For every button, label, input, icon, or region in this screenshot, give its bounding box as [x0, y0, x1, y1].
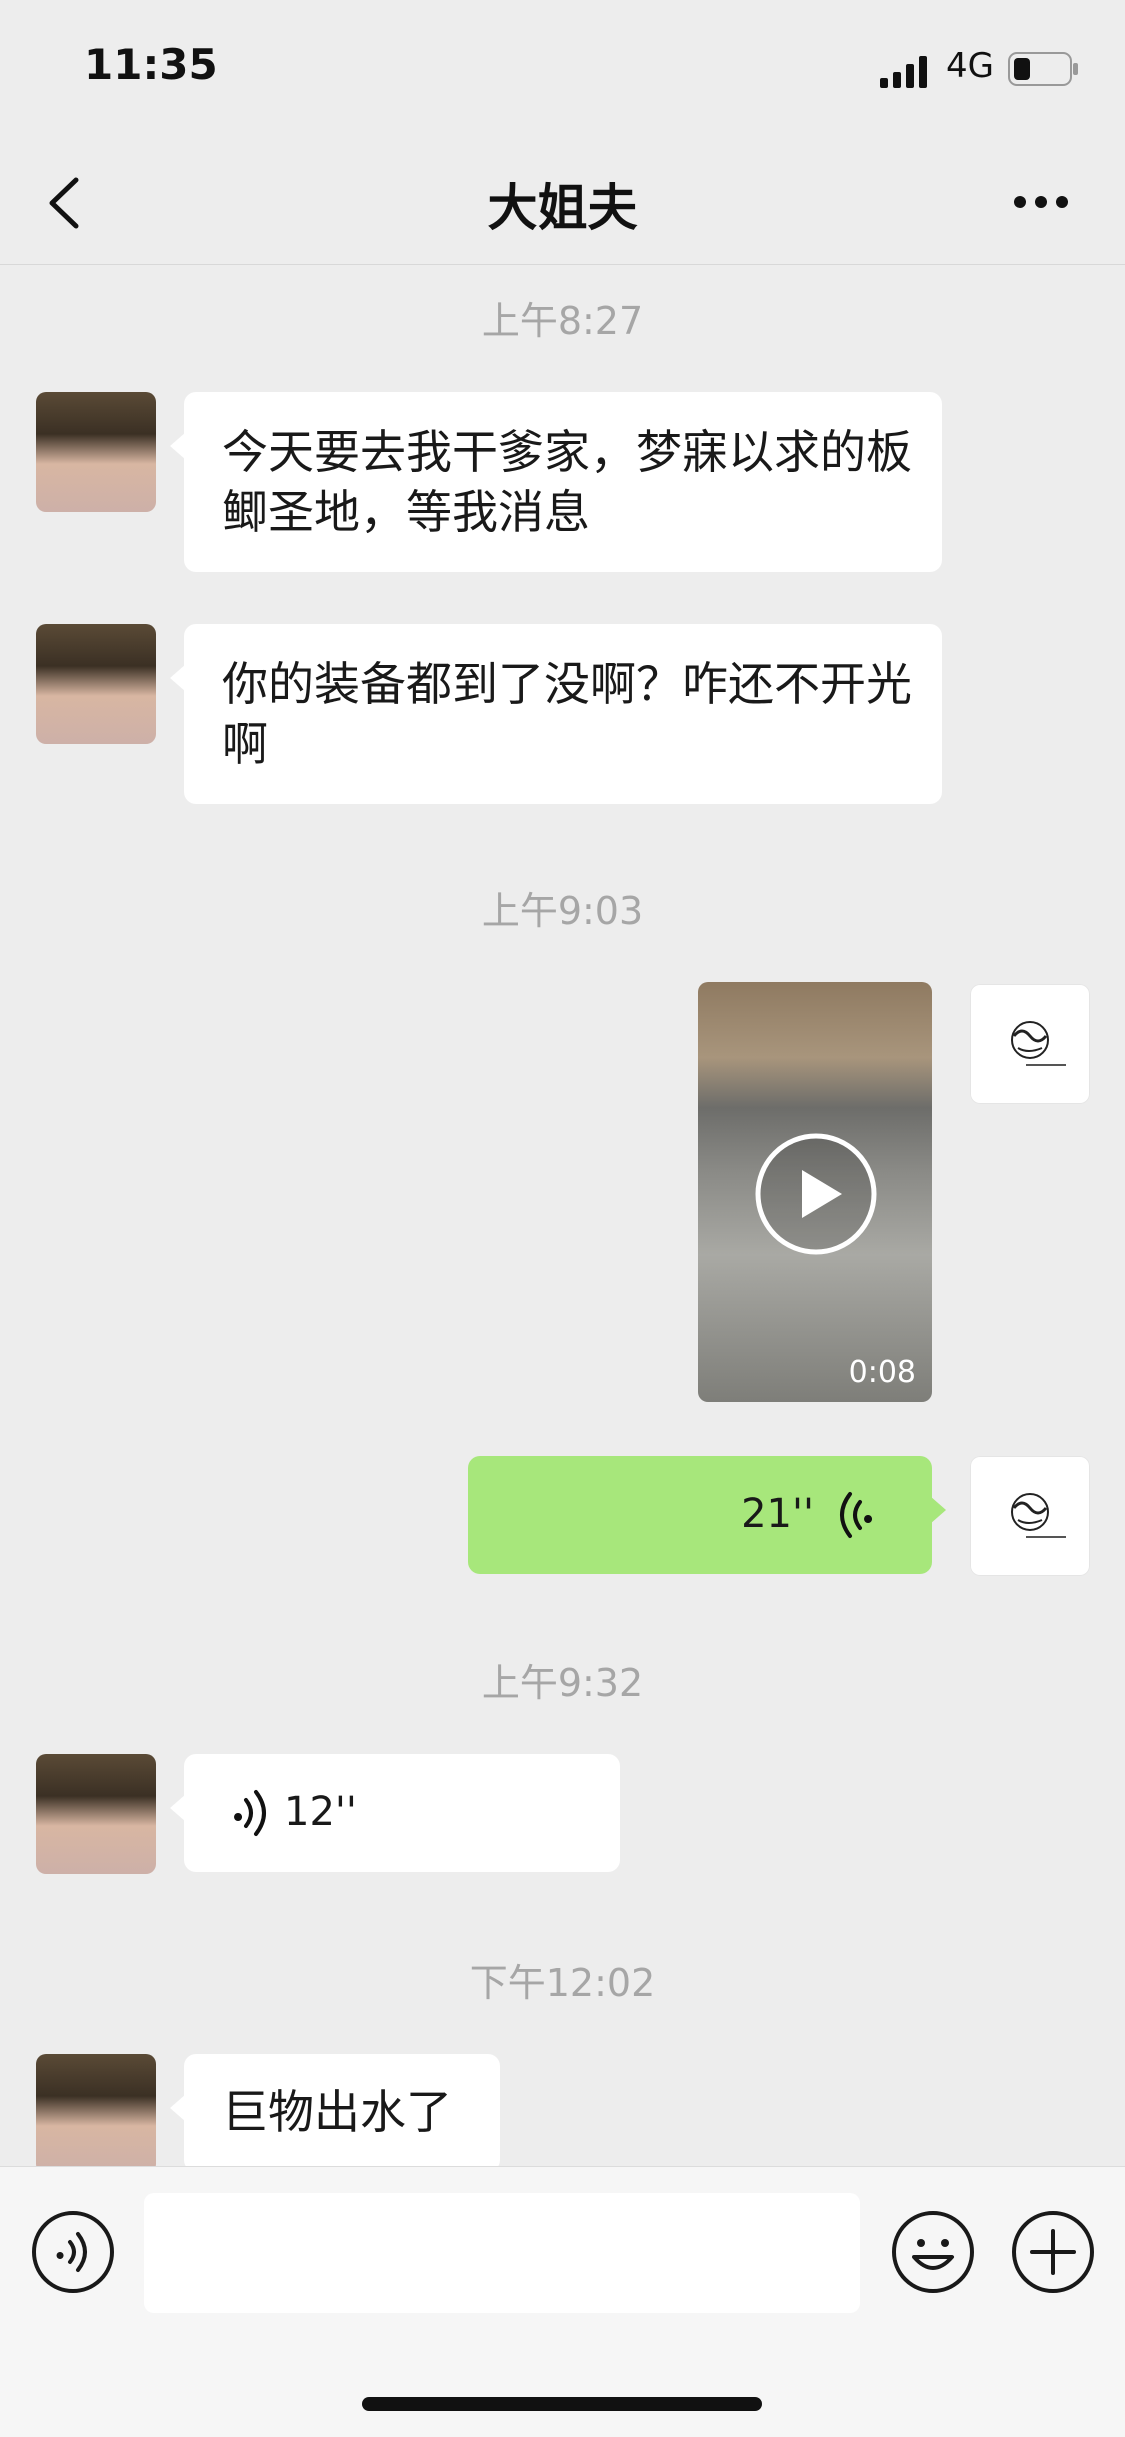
plus-circle-icon[interactable]	[1010, 2209, 1096, 2295]
contact-avatar[interactable]	[36, 1754, 156, 1874]
battery-icon	[1008, 52, 1078, 86]
status-time: 11:35	[84, 40, 218, 89]
status-bar: 11:35 4G	[0, 0, 1125, 140]
contact-avatar[interactable]	[36, 392, 156, 512]
message-bubble[interactable]: 你的装备都到了没啊？咋还不开光啊	[170, 624, 942, 804]
video-duration: 0:08	[848, 1355, 916, 1390]
home-indicator[interactable]	[362, 2397, 762, 2411]
input-bar	[0, 2166, 1125, 2437]
voice-duration: 12''	[284, 1789, 357, 1835]
timestamp: 上午9:32	[481, 1661, 644, 1705]
play-icon[interactable]	[754, 1132, 878, 1256]
contact-avatar[interactable]	[36, 624, 156, 744]
voice-message[interactable]: 21''	[468, 1456, 946, 1574]
timestamp: 上午9:03	[481, 889, 644, 933]
video-message[interactable]: 0:08	[698, 982, 932, 1402]
salon-logo-icon	[1011, 1493, 1066, 1538]
message-text: 巨物出水了	[222, 2085, 452, 2139]
signal-icon	[880, 56, 927, 88]
self-avatar[interactable]	[970, 984, 1090, 1104]
emoji-icon[interactable]	[890, 2209, 976, 2295]
self-avatar[interactable]	[970, 1456, 1090, 1576]
voice-message[interactable]: 12''	[170, 1754, 620, 1872]
message-input[interactable]	[144, 2193, 860, 2313]
voice-icon[interactable]	[30, 2209, 116, 2295]
message-bubble[interactable]: 巨物出水了	[170, 2054, 500, 2172]
message-text: 你的装备都到了没啊？咋还不开光啊	[222, 657, 912, 771]
chat-header: 大姐夫	[0, 140, 1125, 265]
voice-duration: 21''	[741, 1491, 814, 1537]
chat-title: 大姐夫	[487, 179, 638, 237]
message-bubble[interactable]: 今天要去我干爹家，梦寐以求的板鲫圣地，等我消息	[170, 392, 942, 572]
network-type: 4G	[946, 46, 994, 86]
timestamp: 下午12:02	[469, 1961, 656, 2005]
contact-avatar[interactable]	[36, 2054, 156, 2174]
salon-logo-icon	[1011, 1021, 1066, 1066]
message-text: 今天要去我干爹家，梦寐以求的板鲫圣地，等我消息	[222, 425, 912, 539]
voice-wave-icon	[840, 1492, 873, 1538]
voice-wave-icon	[234, 1790, 266, 1836]
more-dots-icon[interactable]	[1012, 192, 1070, 212]
timestamp: 上午8:27	[481, 299, 644, 343]
